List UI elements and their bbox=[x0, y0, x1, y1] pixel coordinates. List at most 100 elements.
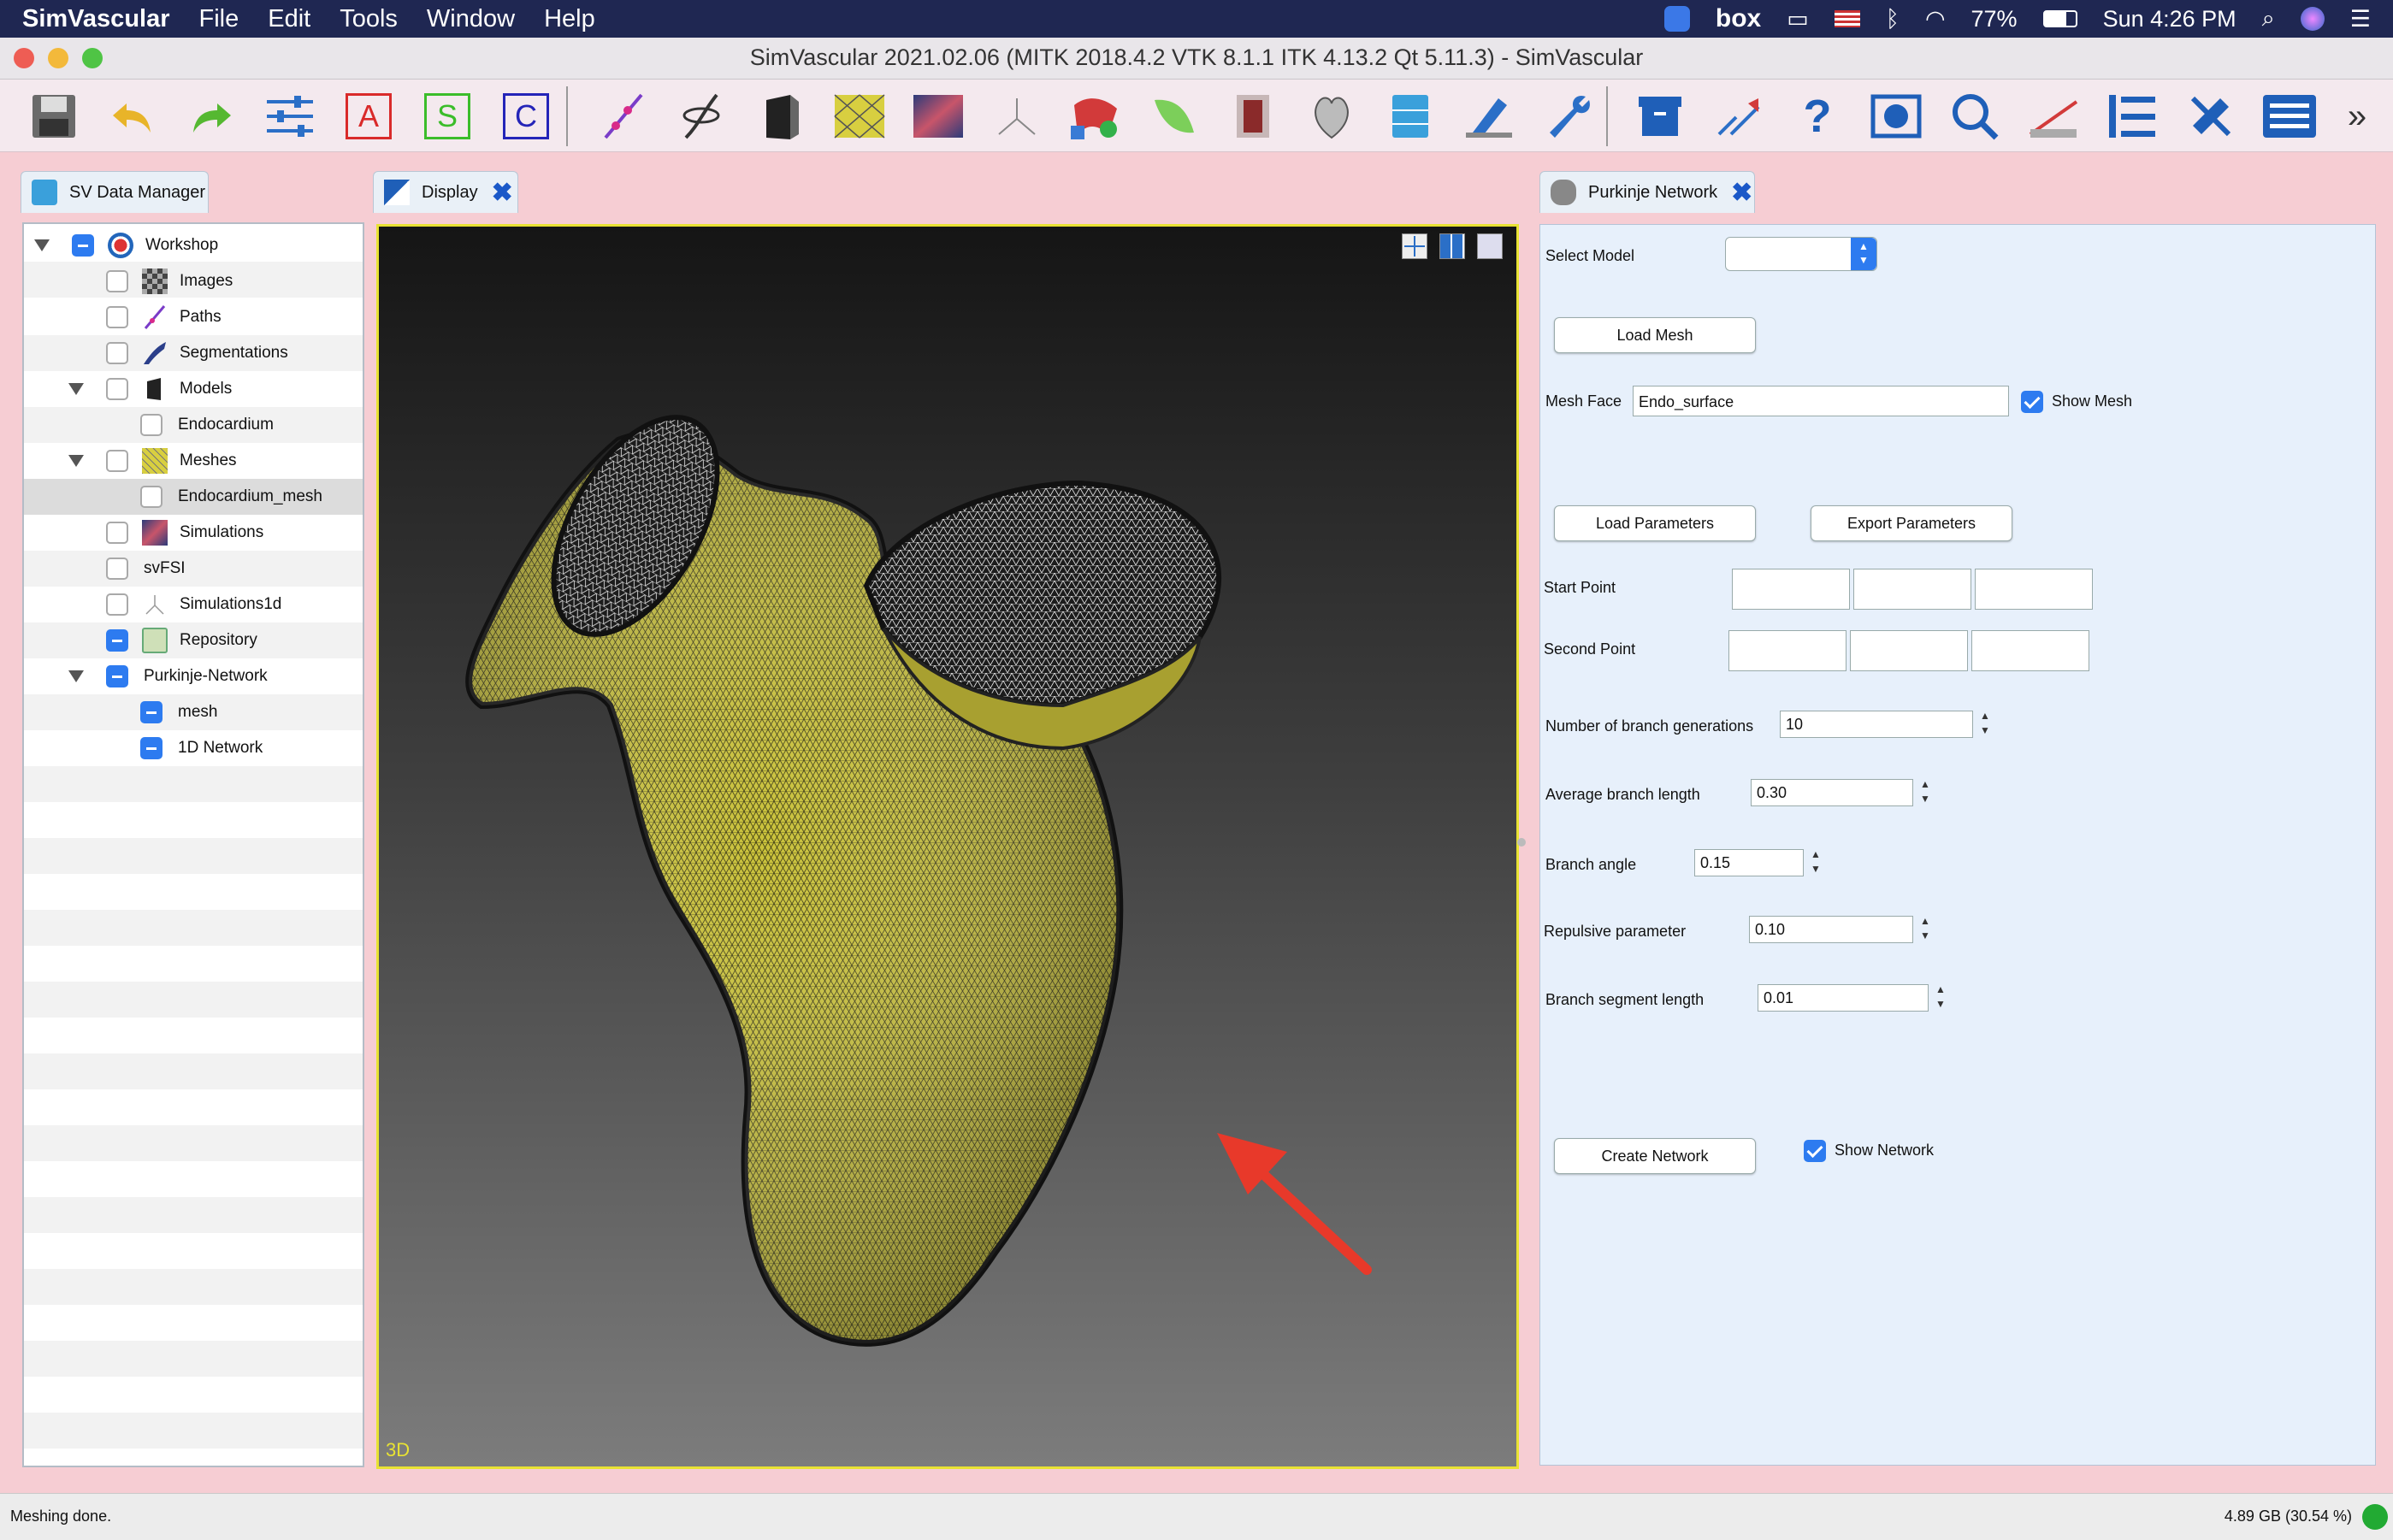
avg-branch-length-input[interactable]: 0.30 bbox=[1751, 779, 1913, 806]
heart-model-icon[interactable] bbox=[1303, 88, 1360, 145]
letter-s-button[interactable]: S bbox=[419, 88, 476, 145]
view-list-icon[interactable] bbox=[2261, 88, 2318, 145]
tree-checkbox[interactable] bbox=[106, 342, 128, 364]
path-planning-icon[interactable] bbox=[595, 88, 652, 145]
segmentation-icon[interactable] bbox=[674, 88, 730, 145]
show-mesh-checkbox[interactable] bbox=[2021, 391, 2043, 413]
measurement-icon[interactable] bbox=[2025, 88, 2082, 145]
show-network-checkbox[interactable] bbox=[1804, 1140, 1826, 1162]
tree-checkbox[interactable] bbox=[140, 486, 162, 508]
tree-checkbox[interactable] bbox=[106, 270, 128, 292]
mesh-face-input[interactable]: Endo_surface bbox=[1633, 386, 2009, 416]
create-network-button[interactable]: Create Network bbox=[1554, 1138, 1756, 1174]
undo-icon[interactable] bbox=[104, 88, 161, 145]
help-contents-icon[interactable] bbox=[1868, 88, 1924, 145]
menu-window[interactable]: Window bbox=[427, 5, 515, 33]
tree-checkbox[interactable] bbox=[106, 665, 128, 687]
tree-checkbox[interactable] bbox=[106, 378, 128, 400]
tree-checkbox[interactable] bbox=[72, 234, 94, 257]
wifi-icon[interactable]: ◠ bbox=[1925, 6, 1946, 32]
modeling-icon[interactable] bbox=[753, 88, 809, 145]
tree-checkbox[interactable] bbox=[140, 701, 162, 723]
meshing-icon[interactable] bbox=[831, 88, 888, 145]
second-point-x-input[interactable] bbox=[1728, 630, 1846, 671]
load-parameters-button[interactable]: Load Parameters bbox=[1554, 505, 1756, 541]
expand-arrow-icon[interactable] bbox=[68, 383, 84, 395]
airplay-icon[interactable]: ▭ bbox=[1787, 6, 1809, 32]
tree-item-1d-network[interactable]: 1D Network bbox=[140, 730, 263, 766]
second-point-y-input[interactable] bbox=[1850, 630, 1968, 671]
menu-tools[interactable]: Tools bbox=[340, 5, 398, 33]
wrench-tools-icon[interactable] bbox=[1539, 88, 1596, 145]
box-icon[interactable]: box bbox=[1716, 4, 1761, 33]
expand-arrow-icon[interactable] bbox=[68, 455, 84, 467]
expand-arrow-icon[interactable] bbox=[34, 239, 50, 251]
transform-arrows-icon[interactable] bbox=[1711, 88, 1767, 145]
branch-angle-spinner[interactable]: ▲ ▼ bbox=[1807, 847, 1824, 878]
spotlight-search-icon[interactable]: ⌕ bbox=[2262, 5, 2275, 32]
preferences-sliders-icon[interactable] bbox=[262, 88, 318, 145]
tree-item-endocardium-mesh[interactable]: Endocardium_mesh bbox=[140, 479, 322, 515]
tree-item-simulations[interactable]: Simulations bbox=[106, 515, 263, 551]
second-point-z-input[interactable] bbox=[1971, 630, 2089, 671]
splitter-handle[interactable] bbox=[1517, 838, 1526, 847]
segment-length-input[interactable]: 0.01 bbox=[1758, 984, 1929, 1012]
tree-checkbox[interactable] bbox=[106, 450, 128, 472]
tree-item-images[interactable]: Images bbox=[106, 263, 233, 299]
tree-item-segmentations[interactable]: Segmentations bbox=[106, 335, 288, 371]
tree-item-paths[interactable]: Paths bbox=[106, 299, 222, 335]
simulation-icon[interactable] bbox=[910, 88, 966, 145]
teamviewer-icon[interactable] bbox=[1663, 6, 1690, 32]
tab-sv-data-manager[interactable]: SV Data Manager bbox=[21, 171, 209, 213]
redo-icon[interactable] bbox=[183, 88, 239, 145]
avg-branch-length-spinner[interactable]: ▲ ▼ bbox=[1917, 777, 1934, 808]
letter-a-button[interactable]: A bbox=[340, 88, 397, 145]
tree-item-purkinje-network[interactable]: Purkinje-Network bbox=[68, 658, 268, 694]
tree-checkbox[interactable] bbox=[106, 629, 128, 652]
archive-box-icon[interactable] bbox=[1632, 88, 1688, 145]
num-generations-input[interactable]: 10 bbox=[1780, 711, 1973, 738]
notification-center-icon[interactable]: ☰ bbox=[2350, 6, 2371, 32]
fsi-simulation-icon[interactable] bbox=[1067, 88, 1124, 145]
select-model-dropdown[interactable]: ▲ ▼ bbox=[1725, 237, 1877, 271]
expand-arrow-icon[interactable] bbox=[68, 670, 84, 682]
image-volume-icon[interactable] bbox=[1225, 88, 1281, 145]
toolbar-overflow-button[interactable]: » bbox=[2340, 88, 2374, 145]
battery-icon[interactable] bbox=[2042, 10, 2077, 27]
tab-purkinje-network[interactable]: Purkinje Network ✖ bbox=[1539, 171, 1755, 213]
rom-simulation-icon[interactable] bbox=[989, 88, 1045, 145]
tree-checkbox[interactable] bbox=[106, 522, 128, 544]
close-icon[interactable]: ✖ bbox=[492, 178, 513, 208]
log-list-icon[interactable] bbox=[2104, 88, 2160, 145]
segment-length-spinner[interactable]: ▲ ▼ bbox=[1932, 982, 1949, 1013]
num-generations-spinner[interactable]: ▲ ▼ bbox=[1976, 709, 1994, 740]
tree-checkbox[interactable] bbox=[106, 558, 128, 580]
flag-icon[interactable] bbox=[1834, 10, 1860, 27]
save-icon[interactable] bbox=[26, 88, 82, 145]
export-parameters-button[interactable]: Export Parameters bbox=[1811, 505, 2012, 541]
tree-item-meshes[interactable]: Meshes bbox=[68, 443, 237, 479]
clock[interactable]: Sun 4:26 PM bbox=[2103, 6, 2236, 32]
repulsive-parameter-spinner[interactable]: ▲ ▼ bbox=[1917, 914, 1934, 945]
zoom-help-icon[interactable] bbox=[1947, 88, 2003, 145]
tab-display[interactable]: Display ✖ bbox=[373, 171, 518, 213]
tree-item-endocardium[interactable]: Endocardium bbox=[140, 407, 274, 443]
tree-item-svfsi[interactable]: svFSI bbox=[106, 551, 186, 587]
repulsive-parameter-input[interactable]: 0.10 bbox=[1749, 916, 1913, 943]
tree-item-workshop[interactable]: Workshop bbox=[34, 227, 218, 263]
app-menu[interactable]: SimVascular bbox=[22, 5, 170, 33]
render-window-3d[interactable]: 3D bbox=[376, 224, 1519, 1469]
repository-cabinet-icon[interactable] bbox=[1382, 88, 1439, 145]
leaf-surface-icon[interactable] bbox=[1146, 88, 1202, 145]
edit-pen-icon[interactable] bbox=[1461, 88, 1517, 145]
start-point-y-input[interactable] bbox=[1853, 569, 1971, 610]
tree-item-repository[interactable]: Repository bbox=[106, 622, 257, 658]
branch-angle-input[interactable]: 0.15 bbox=[1694, 849, 1804, 876]
tree-item-mesh[interactable]: mesh bbox=[140, 694, 217, 730]
start-point-x-input[interactable] bbox=[1732, 569, 1850, 610]
letter-c-button[interactable]: C bbox=[498, 88, 554, 145]
menu-edit[interactable]: Edit bbox=[268, 5, 310, 33]
ruler-pencil-icon[interactable] bbox=[2183, 88, 2239, 145]
close-icon[interactable]: ✖ bbox=[1731, 178, 1752, 208]
tree-item-models[interactable]: Models bbox=[68, 371, 232, 407]
